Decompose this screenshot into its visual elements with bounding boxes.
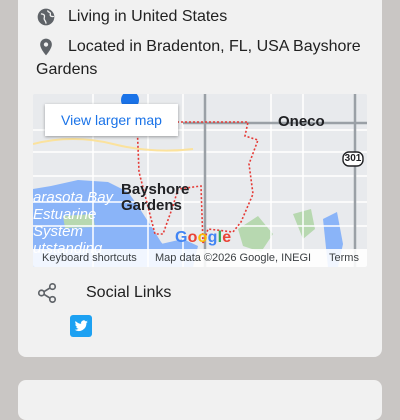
profile-card: Living in United States Located in Brade… <box>18 0 382 357</box>
embedded-map[interactable]: View larger map Oneco 301 Bayshore Garde… <box>33 94 367 267</box>
location-text: Located in Bradenton, FL, USA Bayshore G… <box>36 38 361 78</box>
share-icon <box>37 283 57 303</box>
next-card <box>18 380 382 420</box>
globe-icon <box>37 8 55 26</box>
living-text: Living in United States <box>68 8 228 25</box>
map-label-bayshore: Bayshore Gardens <box>121 181 190 214</box>
route-301-shield: 301 <box>344 153 362 164</box>
view-larger-map-link[interactable]: View larger map <box>45 104 178 136</box>
keyboard-shortcuts-link[interactable]: Keyboard shortcuts <box>42 249 137 267</box>
terms-link[interactable]: Terms <box>329 249 359 267</box>
twitter-icon <box>74 320 88 331</box>
location-pin-icon <box>40 38 52 56</box>
living-row: Living in United States <box>36 5 370 28</box>
map-attribution-bar: Keyboard shortcuts Map data ©2026 Google… <box>33 249 367 267</box>
social-links-label: Social Links <box>86 284 172 301</box>
map-label-sarasota-bay: arasota Bay Estuarine System utstanding <box>33 189 114 257</box>
map-data-text: Map data ©2026 Google, INEGI <box>155 252 312 264</box>
google-logo: Google <box>175 229 232 246</box>
location-row: Located in Bradenton, FL, USA Bayshore G… <box>36 35 370 81</box>
map-label-oneco: Oneco <box>278 113 325 130</box>
twitter-link[interactable] <box>70 315 92 337</box>
